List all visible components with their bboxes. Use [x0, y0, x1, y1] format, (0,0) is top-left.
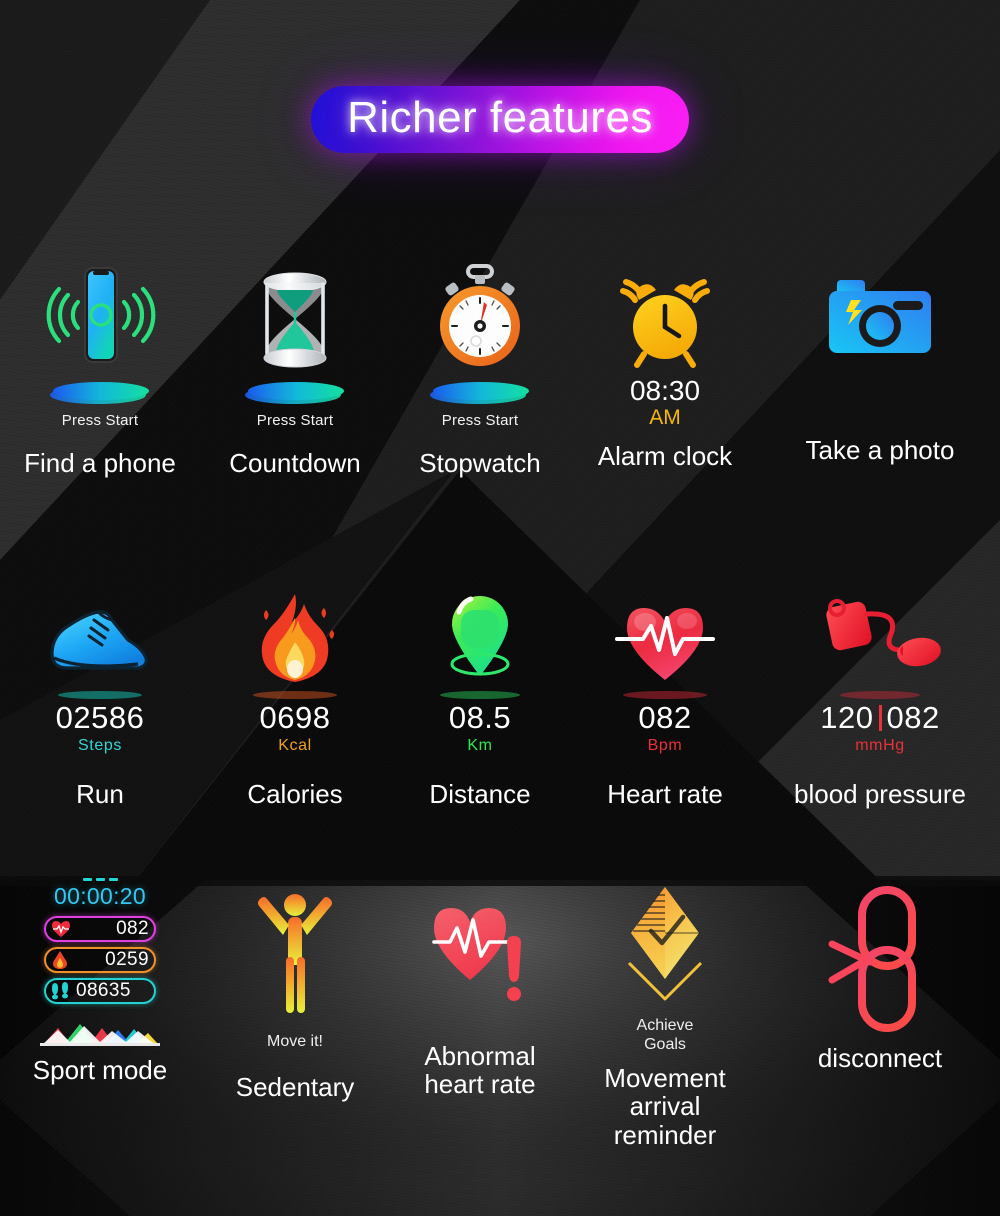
watchface-row-calories: 0259	[44, 946, 156, 973]
feature-sport-mode[interactable]: 00:00:20 082 0259 08635 Sport mode	[0, 878, 200, 1149]
watchface-row-heart-rate: 082	[44, 915, 156, 942]
feature-sedentary[interactable]: Move it! Sedentary	[200, 878, 390, 1149]
watchface-dashes	[82, 878, 118, 881]
feature-row-3: 00:00:20 082 0259 08635 Sport mode Move …	[0, 878, 1000, 1149]
feature-caption: Alarm clock	[597, 440, 733, 471]
metric-unit: Km	[467, 737, 493, 755]
platform-disc	[428, 380, 532, 406]
feature-disconnect[interactable]: disconnect	[760, 878, 1000, 1149]
feature-row-2: 02586 Steps Run 0698 Kcal Calories 08.5 …	[0, 588, 1000, 808]
feature-caption: Distance	[429, 779, 531, 810]
heart-pulse-icon	[615, 608, 715, 680]
feature-caption: Countdown	[229, 448, 361, 478]
heart-icon	[52, 920, 70, 937]
metric-unit: Kcal	[278, 737, 312, 755]
sedentary-note: Move it!	[266, 1033, 323, 1050]
press-start-note: Press Start	[61, 412, 139, 429]
watchface-value: 08635	[76, 979, 131, 1001]
metric-value: 120 082	[820, 700, 940, 735]
metric-unit: mmHg	[855, 737, 905, 755]
feature-caption: Calories	[247, 779, 343, 810]
stretching-person-icon	[258, 894, 332, 1013]
feature-movement-arrival-reminder[interactable]: Achieve Goals Movement arrival reminder	[570, 878, 760, 1149]
running-shoe-icon	[50, 610, 148, 670]
feature-run[interactable]: 02586 Steps Run	[0, 588, 200, 808]
phone-ring-icon	[46, 267, 156, 363]
feature-caption: Abnormal heart rate	[424, 1041, 536, 1100]
metric-unit: Bpm	[647, 737, 683, 755]
feature-caption: Movement arrival reminder	[604, 1063, 726, 1150]
feature-distance[interactable]: 08.5 Km Distance	[390, 588, 570, 808]
sport-watchface-icon: 00:00:20 082 0259 08635	[37, 878, 163, 1046]
feature-stopwatch[interactable]: Press Start Stopwatch	[390, 262, 570, 477]
press-start-note: Press Start	[256, 412, 334, 429]
feature-caption: Take a photo	[805, 435, 955, 465]
platform-disc	[48, 380, 152, 406]
alarm-ampm: AM	[649, 406, 681, 430]
broken-chain-icon	[828, 886, 916, 1032]
metric-value: 0698	[259, 700, 331, 735]
feature-caption: Stopwatch	[419, 448, 541, 478]
feature-abnormal-heart-rate[interactable]: Abnormal heart rate	[390, 878, 570, 1149]
mountain-chart-icon	[40, 1023, 160, 1046]
press-start-note: Press Start	[441, 412, 519, 429]
camera-icon	[829, 280, 931, 353]
feature-caption: Heart rate	[607, 779, 723, 810]
metric-value: 082	[638, 700, 692, 735]
flame-icon	[53, 951, 67, 970]
heart-alert-icon	[432, 908, 521, 1001]
feature-calories[interactable]: 0698 Kcal Calories	[200, 588, 390, 808]
alarm-time: 08:30	[629, 375, 701, 406]
metric-unit: Steps	[78, 737, 122, 755]
stopwatch-icon	[440, 264, 520, 366]
feature-countdown[interactable]: Press Start Countdown	[200, 262, 390, 477]
metric-value: 08.5	[448, 700, 512, 735]
watchface-timer: 00:00:20	[54, 883, 146, 909]
alarm-clock-icon	[620, 279, 710, 368]
feature-caption: Sedentary	[235, 1072, 355, 1103]
bp-systolic: 120	[820, 700, 874, 735]
metric-value: 02586	[55, 700, 145, 735]
feature-caption: Find a phone	[24, 448, 176, 478]
footsteps-icon	[52, 982, 68, 1000]
feature-alarm-clock[interactable]: 08:30 AM Alarm clock	[570, 262, 760, 477]
feature-caption: blood pressure	[794, 779, 966, 810]
feature-caption: Run	[76, 779, 124, 810]
watchface-row-steps: 08635	[44, 977, 156, 1004]
watchface-value: 082	[116, 917, 149, 939]
title-pill: Richer features	[311, 86, 689, 153]
feature-find-a-phone[interactable]: Press Start Find a phone	[0, 262, 200, 477]
goal-diamond-icon	[627, 887, 703, 1001]
feature-row-1: Press Start Find a phone Press Start Cou…	[0, 262, 1000, 477]
feature-caption: Sport mode	[32, 1054, 168, 1085]
hourglass-icon	[263, 272, 327, 368]
flame-icon	[261, 594, 334, 682]
platform-disc	[243, 380, 347, 406]
feature-heart-rate[interactable]: 082 Bpm Heart rate	[570, 588, 760, 808]
achieve-goals-note: Achieve Goals	[636, 1017, 694, 1054]
map-pin-icon	[450, 596, 510, 676]
blood-pressure-cuff-icon	[826, 599, 941, 667]
feature-take-a-photo[interactable]: Take a photo	[760, 262, 1000, 477]
bp-separator	[878, 705, 882, 732]
title-text: Richer features	[347, 93, 653, 142]
watchface-value: 0259	[105, 948, 149, 970]
feature-caption: disconnect	[817, 1043, 943, 1073]
page-title: Richer features	[0, 86, 1000, 153]
bp-diastolic: 082	[886, 700, 940, 735]
feature-blood-pressure[interactable]: 120 082 mmHg blood pressure	[760, 588, 1000, 808]
